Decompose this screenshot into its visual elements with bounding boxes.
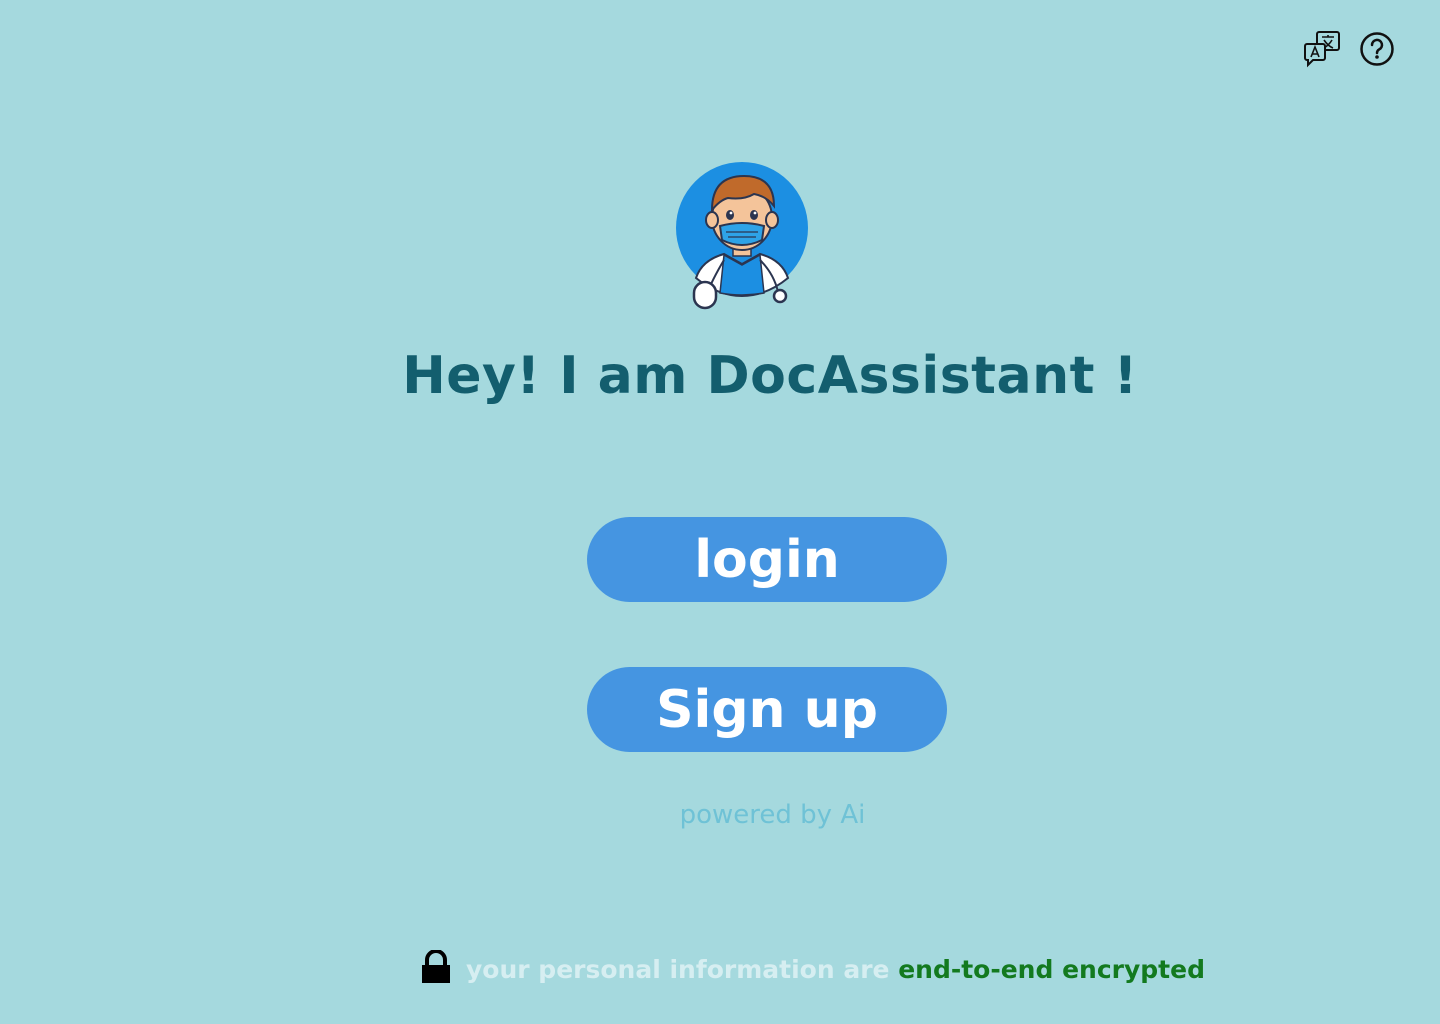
signup-button[interactable]: Sign up [587, 667, 947, 752]
translate-icon[interactable] [1304, 30, 1342, 68]
encryption-text-accent: end-to-end encrypted [898, 954, 1205, 984]
page-title: Hey! I am DocAssistant ! [402, 346, 1138, 406]
encryption-text-plain: your personal information are [466, 954, 899, 984]
lock-icon [420, 949, 452, 988]
login-button[interactable]: login [587, 517, 947, 602]
encryption-notice: your personal information are end-to-end… [420, 949, 1205, 988]
encryption-text: your personal information are end-to-end… [466, 955, 1205, 984]
powered-by-text: powered by Ai [679, 800, 866, 830]
doctor-avatar-icon [676, 160, 816, 315]
top-icons [1304, 30, 1396, 68]
help-icon[interactable] [1358, 30, 1396, 68]
